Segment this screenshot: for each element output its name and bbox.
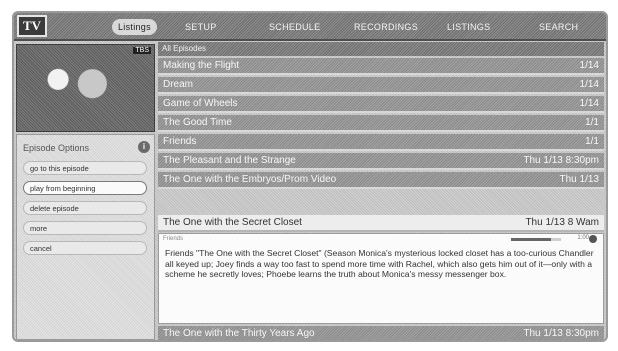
channel-badge: TBS: [133, 47, 151, 54]
menu-item-search[interactable]: SEARCH: [539, 19, 578, 35]
episode-list: All Episodes Making the Flight 1/14 Drea…: [158, 42, 604, 340]
menu-item-recordings[interactable]: RECORDINGS: [354, 19, 418, 35]
list-item[interactable]: Friends 1/1: [158, 134, 604, 151]
menu-item-setup[interactable]: SETUP: [185, 19, 217, 35]
list-item-date: Thu 1/13 8:30pm: [523, 155, 599, 166]
list-item-date: 1/14: [579, 98, 599, 109]
episode-options-panel: Episode Options i go to this episode pla…: [16, 134, 155, 340]
list-item-date: Thu 1/13: [559, 174, 599, 185]
playback-time: 1:00: [577, 235, 589, 241]
list-item[interactable]: Dream 1/14: [158, 77, 604, 94]
list-header: All Episodes: [158, 42, 604, 56]
option-play-from-beginning[interactable]: play from beginning: [23, 181, 147, 195]
option-more[interactable]: more: [23, 221, 147, 235]
list-item-title: The Good Time: [163, 117, 232, 128]
selected-list-item[interactable]: The One with the Secret Closet Thu 1/13 …: [158, 215, 604, 232]
info-icon[interactable]: i: [138, 141, 150, 153]
live-video-preview[interactable]: TBS: [16, 44, 155, 132]
list-item-title: Dream: [163, 79, 194, 90]
list-item-title: Friends: [163, 136, 197, 147]
list-item-title: The Pleasant and the Strange: [163, 155, 296, 166]
list-item[interactable]: The One with the Embryos/Prom Video Thu …: [158, 172, 604, 189]
list-item-date: 1/1: [585, 117, 599, 128]
tv-logo: TV: [17, 15, 47, 37]
option-go-to-episode[interactable]: go to this episode: [23, 161, 147, 175]
playback-progress-bar: [511, 238, 561, 241]
tv-guide-window: TV Listings SETUP SCHEDULE RECORDINGS LI…: [12, 11, 608, 342]
list-item-title: The One with the Secret Closet: [163, 217, 302, 228]
list-item-date: 1/14: [579, 79, 599, 90]
list-item-date: 1/14: [579, 60, 599, 71]
top-menu-bar: TV Listings SETUP SCHEDULE RECORDINGS LI…: [14, 13, 606, 41]
list-item-date: 1/1: [585, 136, 599, 147]
playback-progress-fill: [511, 238, 551, 241]
episode-detail-pane: Friends 1:00 Friends "The One with the S…: [158, 233, 604, 324]
menu-item-listings[interactable]: LISTINGS: [447, 19, 490, 35]
menu-item-schedule[interactable]: SCHEDULE: [269, 19, 320, 35]
list-item[interactable]: The Pleasant and the Strange Thu 1/13 8:…: [158, 153, 604, 170]
options-title: Episode Options: [23, 143, 90, 153]
list-item-date: Thu 1/13 8 Wam: [525, 217, 599, 228]
detail-series-label: Friends: [163, 236, 184, 242]
list-item[interactable]: Game of Wheels 1/14: [158, 96, 604, 113]
option-delete-episode[interactable]: delete episode: [23, 201, 147, 215]
list-item[interactable]: The Good Time 1/1: [158, 115, 604, 132]
menu-item-listings-active[interactable]: Listings: [112, 19, 157, 35]
list-item-title: Game of Wheels: [163, 98, 238, 109]
episode-description: Friends "The One with the Secret Closet"…: [165, 248, 594, 279]
list-item-date: Thu 1/13 8:30pm: [523, 328, 599, 339]
play-icon[interactable]: [589, 235, 597, 243]
list-item[interactable]: The One with the Thirty Years Ago Thu 1/…: [158, 326, 604, 340]
list-item-title: The One with the Embryos/Prom Video: [163, 174, 337, 185]
list-item-title: Making the Flight: [163, 60, 240, 71]
option-cancel[interactable]: cancel: [23, 241, 147, 255]
list-item-title: The One with the Thirty Years Ago: [163, 328, 315, 339]
list-item[interactable]: Making the Flight 1/14: [158, 58, 604, 75]
